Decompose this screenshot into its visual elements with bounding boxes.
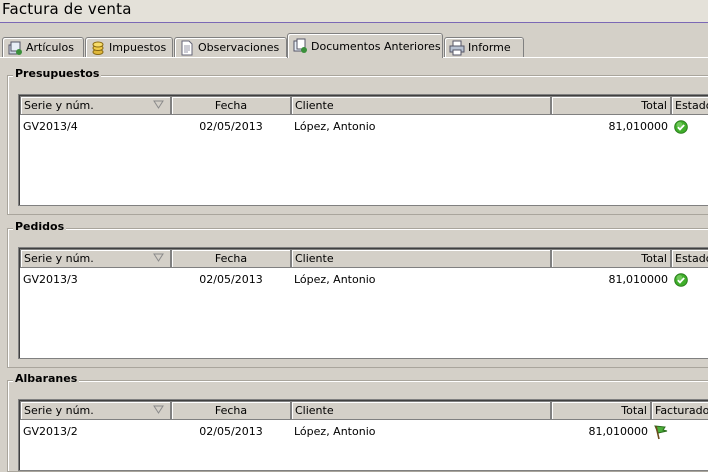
presupuestos-table[interactable]: Serie y núm. Fecha Cliente Total Estado … bbox=[18, 94, 708, 206]
table-row[interactable]: GV2013/3 02/05/2013 López, Antonio 81,01… bbox=[20, 271, 708, 289]
tab-documentos-anteriores[interactable]: Documentos Anteriores bbox=[287, 33, 443, 58]
cell-cliente: López, Antonio bbox=[294, 425, 376, 438]
check-circle-icon bbox=[674, 120, 688, 134]
tab-informe[interactable]: Informe bbox=[444, 37, 524, 57]
filter-sort-icon[interactable] bbox=[153, 405, 164, 415]
filter-sort-icon[interactable] bbox=[153, 253, 164, 263]
column-header-estado[interactable]: Estado bbox=[671, 249, 708, 268]
title-underline bbox=[0, 22, 708, 23]
window-title: Factura de venta bbox=[2, 0, 132, 18]
cell-serie: GV2013/3 bbox=[23, 273, 78, 286]
cell-cliente: López, Antonio bbox=[294, 273, 376, 286]
filter-sort-icon[interactable] bbox=[153, 100, 164, 110]
cell-total: 81,010000 bbox=[608, 273, 669, 286]
column-header-serie[interactable]: Serie y núm. bbox=[20, 249, 171, 268]
tab-label: Informe bbox=[468, 41, 511, 54]
table-header: Serie y núm. Fecha Cliente Total Estado bbox=[20, 249, 708, 268]
column-header-total[interactable]: Total bbox=[551, 96, 671, 115]
column-header-serie[interactable]: Serie y núm. bbox=[20, 401, 171, 420]
cell-fecha: 02/05/2013 bbox=[199, 120, 263, 133]
pedidos-table[interactable]: Serie y núm. Fecha Cliente Total Estado … bbox=[18, 247, 708, 359]
document-icon bbox=[179, 40, 195, 56]
column-header-fecha[interactable]: Fecha bbox=[171, 96, 291, 115]
tab-label: Documentos Anteriores bbox=[311, 39, 441, 53]
check-circle-icon bbox=[674, 273, 688, 287]
column-header-serie[interactable]: Serie y núm. bbox=[20, 96, 171, 115]
cell-fecha: 02/05/2013 bbox=[199, 425, 263, 438]
column-header-estado[interactable]: Estado bbox=[671, 96, 708, 115]
cell-fecha: 02/05/2013 bbox=[199, 273, 263, 286]
column-header-total[interactable]: Total bbox=[551, 401, 651, 420]
group-presupuestos: Presupuestos Serie y núm. Fecha Cliente … bbox=[7, 67, 708, 215]
column-header-facturado[interactable]: Facturado bbox=[651, 401, 708, 420]
albaranes-table[interactable]: Serie y núm. Fecha Cliente Total Factura… bbox=[18, 399, 708, 471]
column-header-cliente[interactable]: Cliente bbox=[291, 249, 551, 268]
column-header-total[interactable]: Total bbox=[551, 249, 671, 268]
column-header-cliente[interactable]: Cliente bbox=[291, 96, 551, 115]
tab-articulos[interactable]: Artículos bbox=[2, 37, 84, 57]
tab-impuestos[interactable]: Impuestos bbox=[85, 37, 173, 57]
cell-serie: GV2013/2 bbox=[23, 425, 78, 438]
tab-label: Impuestos bbox=[109, 41, 167, 54]
printer-icon bbox=[449, 40, 465, 56]
tab-observaciones[interactable]: Observaciones bbox=[174, 37, 287, 57]
column-header-cliente[interactable]: Cliente bbox=[291, 401, 551, 420]
tab-label: Artículos bbox=[26, 41, 74, 54]
group-title: Pedidos bbox=[13, 220, 67, 233]
documents-icon bbox=[292, 38, 308, 54]
green-flag-icon bbox=[654, 425, 668, 440]
group-albaranes: Albaranes Serie y núm. Fecha Cliente Tot… bbox=[7, 372, 708, 472]
group-title: Presupuestos bbox=[13, 67, 102, 80]
coins-icon bbox=[90, 40, 106, 56]
cell-cliente: López, Antonio bbox=[294, 120, 376, 133]
group-pedidos: Pedidos Serie y núm. Fecha Cliente Total… bbox=[7, 220, 708, 368]
table-row[interactable]: GV2013/4 02/05/2013 López, Antonio 81,01… bbox=[20, 118, 708, 136]
table-header: Serie y núm. Fecha Cliente Total Estado bbox=[20, 96, 708, 115]
table-header: Serie y núm. Fecha Cliente Total Factura… bbox=[20, 401, 708, 420]
cell-total: 81,010000 bbox=[588, 425, 649, 438]
window-title-bar: Factura de venta bbox=[0, 0, 708, 22]
group-title: Albaranes bbox=[13, 372, 80, 385]
articles-icon bbox=[7, 40, 23, 56]
cell-serie: GV2013/4 bbox=[23, 120, 78, 133]
cell-total: 81,010000 bbox=[608, 120, 669, 133]
table-row[interactable]: GV2013/2 02/05/2013 López, Antonio 81,01… bbox=[20, 423, 708, 441]
tab-label: Observaciones bbox=[198, 41, 280, 54]
column-header-fecha[interactable]: Fecha bbox=[171, 401, 291, 420]
column-header-fecha[interactable]: Fecha bbox=[171, 249, 291, 268]
